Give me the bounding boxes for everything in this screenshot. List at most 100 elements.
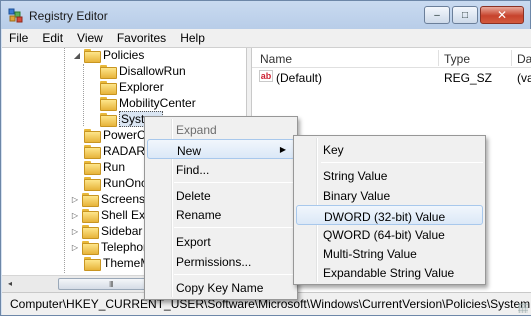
- collapse-arrow-icon[interactable]: ◢: [72, 51, 82, 60]
- tree-item-explorer[interactable]: Explorer: [100, 79, 164, 95]
- submenu-arrow-icon: ▶: [279, 145, 286, 154]
- menu-favorites[interactable]: Favorites: [110, 29, 173, 47]
- menu-item-label: String Value: [323, 169, 388, 183]
- tree-item-radar[interactable]: RADAR: [84, 143, 145, 159]
- folder-icon: [84, 177, 101, 191]
- tree-item-label: MobilityCenter: [119, 96, 196, 110]
- menu-item-label: QWORD (64-bit) Value: [323, 228, 445, 242]
- column-divider[interactable]: [511, 50, 512, 66]
- folder-icon: [100, 113, 117, 127]
- folder-icon: [82, 241, 99, 255]
- submenu-item-binary-value[interactable]: Binary Value: [296, 185, 483, 205]
- list-item[interactable]: ab (Default) REG_SZ (va: [252, 68, 531, 86]
- column-data[interactable]: Da: [517, 52, 531, 66]
- new-submenu: Key String Value Binary Value DWORD (32-…: [293, 135, 486, 285]
- menu-item-label: New: [177, 144, 202, 158]
- menu-item-new[interactable]: New ▶: [147, 139, 295, 159]
- close-button[interactable]: ✕: [480, 6, 524, 24]
- menu-item-copy-key-name[interactable]: Copy Key Name: [147, 277, 295, 297]
- tree-item-label: Sidebar: [101, 224, 143, 238]
- menu-item-export[interactable]: Export: [147, 231, 295, 251]
- value-type: REG_SZ: [444, 71, 493, 85]
- expand-arrow-icon[interactable]: ▷: [70, 211, 80, 220]
- resize-grip-icon[interactable]: [518, 303, 528, 313]
- folder-icon: [100, 97, 117, 111]
- folder-icon: [82, 193, 99, 207]
- menu-item-label: Rename: [176, 208, 222, 222]
- folder-icon: [100, 81, 117, 95]
- menu-item-rename[interactable]: Rename: [147, 204, 295, 224]
- menu-item-find[interactable]: Find...: [147, 159, 295, 179]
- registry-editor-icon: [8, 8, 23, 23]
- tree-item-label: DisallowRun: [119, 64, 186, 78]
- tree-item-run[interactable]: Run: [84, 159, 125, 175]
- tree-item-label: Run: [103, 160, 126, 174]
- column-divider[interactable]: [438, 50, 439, 66]
- menu-item-label: Copy Key Name: [176, 281, 264, 295]
- tree-item-telephony[interactable]: ▷ Telephony: [70, 239, 156, 255]
- menu-file[interactable]: File: [2, 29, 35, 47]
- folder-icon: [84, 145, 101, 159]
- menu-item-label: Multi-String Value: [323, 247, 417, 261]
- menu-bar: File Edit View Favorites Help: [2, 29, 531, 48]
- folder-icon: [84, 129, 101, 143]
- scroll-left-icon[interactable]: ◂: [8, 279, 12, 288]
- menu-item-delete[interactable]: Delete: [147, 185, 295, 205]
- value-name: (Default): [276, 71, 323, 85]
- submenu-item-expandable-string-value[interactable]: Expandable String Value: [296, 262, 483, 282]
- menu-separator: [174, 182, 295, 183]
- expand-arrow-icon[interactable]: ▷: [70, 243, 80, 252]
- folder-icon: [100, 65, 117, 79]
- folder-icon: [84, 49, 101, 63]
- maximize-icon: □: [461, 9, 469, 21]
- tree-connector: [64, 48, 65, 273]
- tree-item-disallowrun[interactable]: DisallowRun: [100, 63, 186, 79]
- menu-edit[interactable]: Edit: [35, 29, 70, 47]
- folder-icon: [84, 257, 101, 271]
- menu-item-label: Expandable String Value: [323, 266, 455, 280]
- column-type[interactable]: Type: [444, 52, 470, 66]
- expand-arrow-icon[interactable]: ▷: [70, 227, 80, 236]
- submenu-item-multi-string-value[interactable]: Multi-String Value: [296, 243, 483, 263]
- menu-item-label: Key: [323, 143, 344, 157]
- context-menu: Expand New ▶ Find... Delete Rename Expor…: [144, 116, 298, 300]
- menu-item-label: Export: [176, 235, 211, 249]
- thumb-grip-icon: III: [109, 280, 114, 289]
- tree-item-label: Policies: [103, 48, 145, 62]
- folder-icon: [82, 209, 99, 223]
- folder-icon: [82, 225, 99, 239]
- menu-help[interactable]: Help: [173, 29, 212, 47]
- menu-item-label: Find...: [176, 163, 210, 177]
- menu-separator: [174, 274, 295, 275]
- title-bar[interactable]: Registry Editor ‒ □ ✕: [1, 1, 530, 29]
- tree-item-sidebar[interactable]: ▷ Sidebar: [70, 223, 142, 239]
- list-header: Name Type Da: [252, 48, 531, 68]
- column-name[interactable]: Name: [260, 52, 292, 66]
- minimize-button[interactable]: ‒: [424, 6, 450, 24]
- menu-item-label: Binary Value: [323, 189, 391, 203]
- string-value-icon: ab: [259, 70, 273, 82]
- menu-item-label: Permissions...: [176, 255, 252, 269]
- close-icon: ✕: [496, 8, 508, 22]
- menu-item-permissions[interactable]: Permissions...: [147, 251, 295, 271]
- submenu-item-qword-value[interactable]: QWORD (64-bit) Value: [296, 224, 483, 244]
- window-controls: ‒ □ ✕: [422, 6, 524, 24]
- menu-item-expand[interactable]: Expand: [147, 119, 295, 139]
- menu-item-label: DWORD (32-bit) Value: [324, 210, 446, 224]
- folder-icon: [84, 161, 101, 175]
- tree-item-policies[interactable]: ◢ Policies: [72, 48, 144, 63]
- tree-connector: [83, 64, 84, 126]
- menu-item-label: Expand: [176, 123, 217, 137]
- menu-item-label: Delete: [176, 189, 211, 203]
- menu-view[interactable]: View: [70, 29, 110, 47]
- menu-separator: [321, 162, 483, 163]
- menu-separator: [174, 227, 295, 228]
- maximize-button[interactable]: □: [452, 6, 478, 24]
- window-title: Registry Editor: [29, 9, 108, 23]
- submenu-item-key[interactable]: Key: [296, 139, 483, 159]
- submenu-item-string-value[interactable]: String Value: [296, 165, 483, 185]
- submenu-item-dword-value[interactable]: DWORD (32-bit) Value: [296, 205, 483, 225]
- expand-arrow-icon[interactable]: ▷: [70, 195, 80, 204]
- value-data: (va: [517, 71, 531, 85]
- tree-item-mobilitycenter[interactable]: MobilityCenter: [100, 95, 196, 111]
